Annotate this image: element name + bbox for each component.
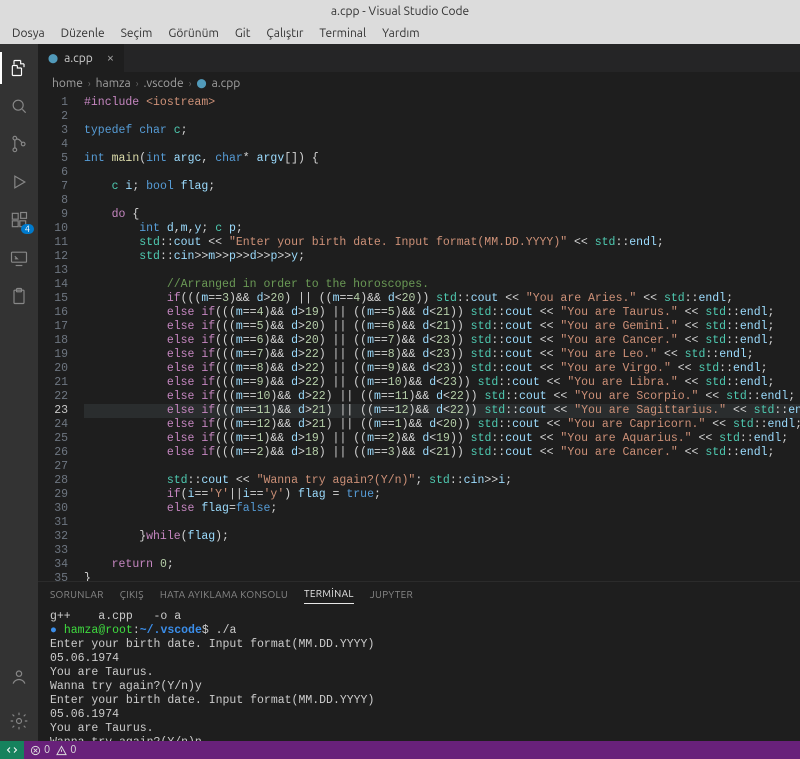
bottom-panel: SORUNLAR ÇIKIŞ HATA AYIKLAMA KONSOLU TER… [38, 581, 800, 741]
menu-selection[interactable]: Seçim [113, 25, 161, 42]
panel-tab-output[interactable]: ÇIKIŞ [120, 589, 144, 604]
clipboard-icon[interactable] [0, 280, 38, 312]
workbench: 4 ⬤ a.cpp × home › hamza › .vscode [0, 44, 800, 741]
status-bar: 0 0 [0, 741, 800, 759]
window-title: a.cpp - Visual Studio Code [331, 5, 469, 18]
panel-tab-jupyter[interactable]: JUPYTER [370, 589, 413, 604]
menu-file[interactable]: Dosya [4, 25, 53, 42]
menu-help[interactable]: Yardım [374, 25, 428, 42]
cpp-file-icon: ⬤ [197, 78, 207, 89]
menubar: Dosya Düzenle Seçim Görünüm Git Çalıştır… [0, 22, 800, 44]
editor-area: ⬤ a.cpp × home › hamza › .vscode › ⬤ a.c… [38, 44, 800, 741]
window-titlebar: a.cpp - Visual Studio Code [0, 0, 800, 22]
activity-bar: 4 [0, 44, 38, 741]
cpp-file-icon: ⬤ [48, 53, 58, 64]
run-debug-icon[interactable] [0, 166, 38, 198]
explorer-icon[interactable] [0, 52, 38, 84]
panel-tabs: SORUNLAR ÇIKIŞ HATA AYIKLAMA KONSOLU TER… [38, 582, 800, 610]
breadcrumb-file[interactable]: a.cpp [212, 77, 241, 90]
extensions-badge: 4 [21, 224, 34, 234]
chevron-right-icon: › [136, 78, 139, 89]
editor-tabs: ⬤ a.cpp × [38, 44, 800, 72]
menu-run[interactable]: Çalıştır [258, 25, 311, 42]
menu-go[interactable]: Git [227, 25, 259, 42]
code-content[interactable]: #include <iostream> typedef char c; int … [76, 94, 800, 581]
code-editor[interactable]: 1234567891011121314151617181920212223242… [38, 94, 800, 581]
accounts-icon[interactable] [0, 661, 38, 693]
line-gutter: 1234567891011121314151617181920212223242… [38, 94, 76, 581]
extensions-icon[interactable]: 4 [0, 204, 38, 236]
breadcrumb-folder[interactable]: .vscode [144, 77, 184, 90]
tab-label: a.cpp [64, 52, 93, 65]
menu-view[interactable]: Görünüm [160, 25, 226, 42]
breadcrumb-home[interactable]: home [52, 77, 83, 90]
panel-tab-debug[interactable]: HATA AYIKLAMA KONSOLU [160, 589, 288, 604]
breadcrumb-user[interactable]: hamza [96, 77, 131, 90]
panel-tab-problems[interactable]: SORUNLAR [50, 589, 104, 604]
remote-explorer-icon[interactable] [0, 242, 38, 274]
breadcrumbs[interactable]: home › hamza › .vscode › ⬤ a.cpp [38, 72, 800, 94]
status-warnings[interactable]: 0 [56, 744, 76, 756]
panel-tab-terminal[interactable]: TERMİNAL [304, 588, 354, 604]
search-icon[interactable] [0, 90, 38, 122]
remote-indicator[interactable] [0, 741, 24, 759]
terminal-content[interactable]: g++ a.cpp -o a ● hamza@root:~/.vscode$ .… [38, 610, 800, 741]
source-control-icon[interactable] [0, 128, 38, 160]
chevron-right-icon: › [189, 78, 192, 89]
settings-icon[interactable] [0, 705, 38, 737]
menu-edit[interactable]: Düzenle [53, 25, 113, 42]
status-errors[interactable]: 0 [30, 744, 50, 756]
tab-a-cpp[interactable]: ⬤ a.cpp × [38, 44, 125, 72]
close-tab-icon[interactable]: × [107, 51, 114, 65]
menu-terminal[interactable]: Terminal [311, 25, 374, 42]
chevron-right-icon: › [88, 78, 91, 89]
